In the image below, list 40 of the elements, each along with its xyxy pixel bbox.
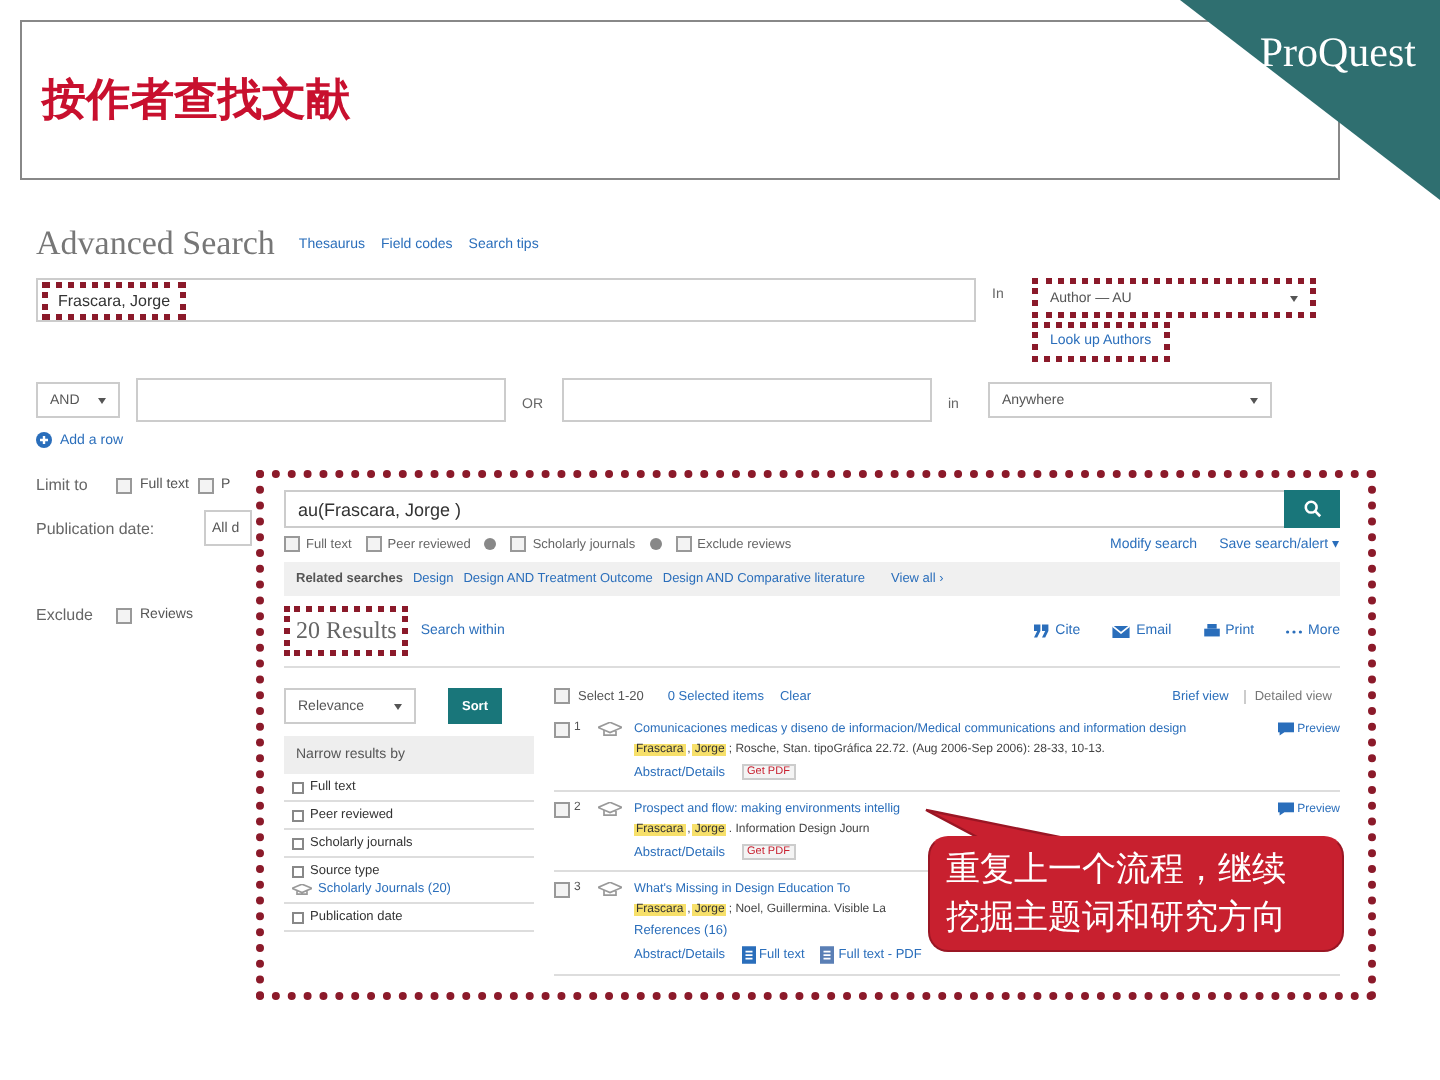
search-field[interactable] — [136, 378, 506, 422]
slide-title: 按作者查找文献 — [42, 76, 350, 126]
mortarboard-icon — [292, 883, 312, 895]
checkbox[interactable] — [675, 536, 692, 552]
mortarboard-icon — [598, 802, 622, 818]
pdf-icon — [820, 946, 835, 964]
printer-icon — [1203, 624, 1220, 638]
checkbox[interactable] — [510, 536, 527, 552]
date-label: Publication date: — [36, 519, 157, 537]
speech-bubble-icon — [1277, 722, 1294, 736]
checkbox[interactable] — [365, 536, 382, 552]
checkbox[interactable] — [197, 477, 214, 493]
add-icon — [36, 432, 52, 448]
checkbox[interactable] — [554, 802, 570, 818]
query-field[interactable]: au(Frascara, Jorge ) — [284, 490, 1284, 528]
mortarboard-icon — [598, 722, 622, 738]
results-count: 20 Results — [284, 606, 409, 656]
exclude-label: Exclude — [36, 606, 95, 624]
logo: ProQuest — [1259, 28, 1416, 78]
search-button[interactable] — [1284, 490, 1340, 528]
caret-icon — [1250, 397, 1258, 403]
checkbox[interactable] — [554, 722, 570, 738]
page-heading: Advanced Search — [36, 224, 275, 264]
quote-icon — [1033, 624, 1050, 638]
search-icon — [1303, 500, 1321, 518]
checkbox[interactable] — [554, 688, 570, 704]
caret-icon — [1290, 295, 1298, 301]
envelope-icon — [1112, 625, 1131, 637]
caret-icon — [394, 703, 402, 709]
limit-label: Limit to — [36, 476, 90, 494]
checkbox[interactable] — [284, 536, 300, 552]
checkbox[interactable] — [116, 607, 132, 623]
checkbox[interactable] — [116, 477, 132, 493]
document-icon — [741, 946, 756, 964]
search-field[interactable] — [562, 378, 932, 422]
speech-bubble-icon — [1277, 802, 1294, 816]
checkbox[interactable] — [554, 882, 570, 898]
mortarboard-icon — [598, 882, 622, 898]
search-field[interactable]: Frascara, Jorge — [36, 278, 976, 322]
caret-icon — [98, 397, 106, 403]
